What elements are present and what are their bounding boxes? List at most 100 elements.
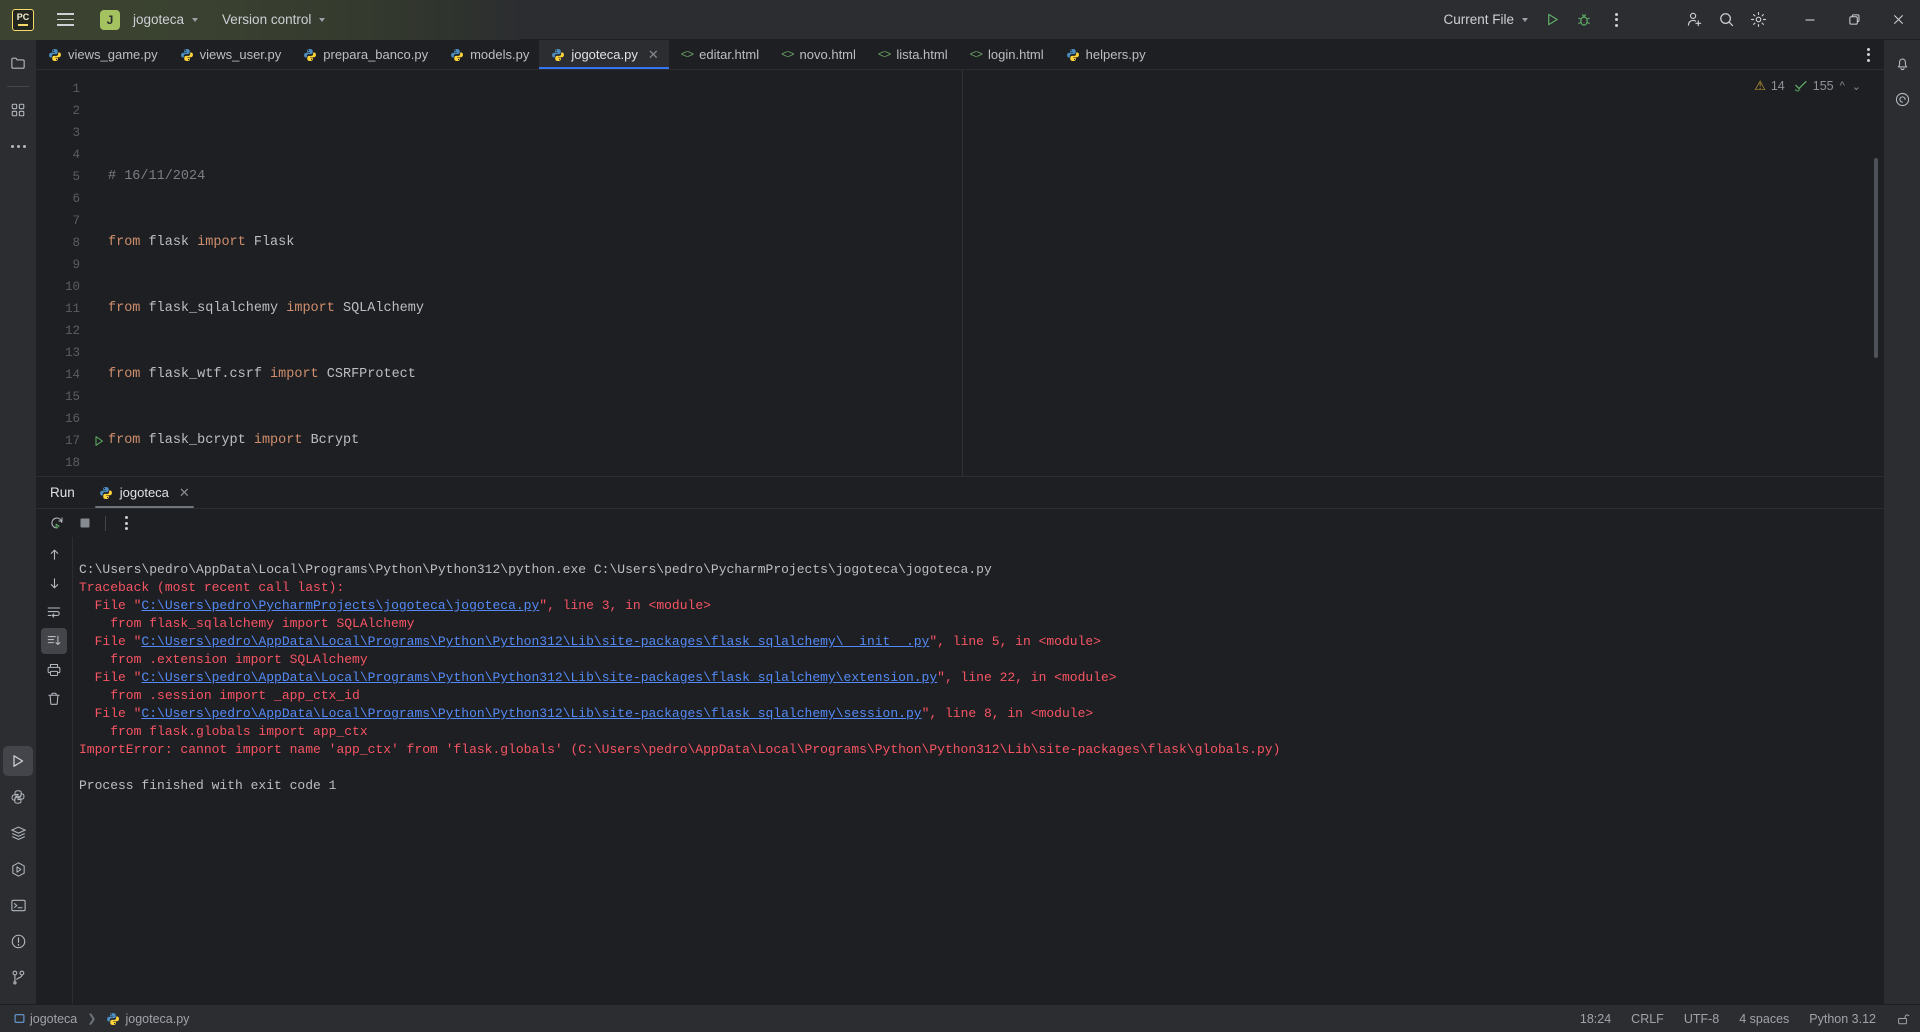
run-button[interactable] [1536,5,1568,35]
editor-scrollbar-thumb[interactable] [1874,158,1878,358]
search-everywhere-button[interactable] [1710,5,1742,35]
scroll-to-end-button[interactable] [41,628,67,654]
notifications-button[interactable] [1887,48,1917,78]
editor-tab-views_user[interactable]: views_user.py [168,40,292,69]
html-file-icon: <> [969,47,983,62]
previous-problem-icon[interactable]: ^ [1839,80,1846,92]
maximize-window-button[interactable] [1832,0,1876,40]
line-number: 13 [64,346,80,360]
more-actions-icon [1867,47,1870,62]
editor-tab-novo-html[interactable]: <> novo.html [769,40,866,69]
print-button[interactable] [41,657,67,683]
console-file-link[interactable]: C:\Users\pedro\AppData\Local\Programs\Py… [141,634,929,649]
run-anything-button[interactable] [3,854,33,884]
breadcrumb-project[interactable]: jogoteca [10,1010,81,1028]
run-configuration-selector[interactable]: Current File [1435,7,1536,33]
stop-button[interactable] [72,511,98,535]
ai-assistant-button[interactable] [1887,84,1917,114]
status-interpreter[interactable]: Python 3.12 [1809,1012,1876,1026]
status-lock-button[interactable] [1896,1012,1910,1026]
editor-tab-lista-html[interactable]: <> lista.html [866,40,958,69]
main-menu-button[interactable] [48,3,82,37]
invite-collaborators-button[interactable] [1678,5,1710,35]
breadcrumb-file-label: jogoteca.py [125,1011,190,1026]
python-console-button[interactable] [3,782,33,812]
scroll-down-button[interactable] [41,570,67,596]
more-tool-windows-button[interactable] [3,131,33,161]
line-number: 6 [72,192,80,206]
editor-tab-jogoteca[interactable]: jogoteca.py ✕ [539,40,670,69]
editor-tab-views_game[interactable]: views_game.py [36,40,168,69]
line-number: 12 [64,324,80,338]
console-row: C:\Users\pedro\AppData\Local\Programs\Py… [36,537,1884,1004]
editor-column: views_game.py views_user.py prepara_banc… [36,40,1884,1004]
run-more-actions-button[interactable] [113,511,139,535]
status-time: 18:24 [1579,1011,1612,1026]
chevron-down-icon [1522,17,1528,22]
left-tool-rail [0,40,36,1004]
editor-tabs-more-button[interactable] [1853,40,1884,69]
editor-tab-label: views_game.py [68,47,158,62]
line-number: 17 [64,434,80,448]
scroll-down-icon [50,577,58,588]
status-line-separator[interactable]: CRLF [1631,1012,1664,1026]
console-line-file-prefix: File " [79,598,142,613]
editor-tab-prepara_banco[interactable]: prepara_banco.py [291,40,438,69]
more-run-actions-button[interactable] [1600,5,1632,35]
project-selector[interactable]: J jogoteca [92,7,206,33]
code-content[interactable]: # 16/11/2024 from flask import Flask fro… [88,70,1884,476]
inspection-widget[interactable]: ⚠ 14 155 ^ ⌄ [1754,78,1862,94]
breadcrumb-separator-icon: ❯ [87,1013,97,1025]
run-tool-window-button[interactable] [3,746,33,776]
version-control-tool-window-button[interactable] [3,962,33,992]
project-tool-window-button[interactable] [3,48,33,78]
chevron-down-icon [192,17,199,22]
console-file-link[interactable]: C:\Users\pedro\AppData\Local\Programs\Py… [141,670,937,685]
editor-tab-label: novo.html [799,47,856,62]
rerun-button[interactable] [44,511,70,535]
editor-tab-label: jogoteca.py [571,47,638,62]
services-tool-window-button[interactable] [3,818,33,848]
breadcrumb-file[interactable]: jogoteca.py [102,1010,193,1028]
run-console-output[interactable]: C:\Users\pedro\AppData\Local\Programs\Py… [72,537,1884,1004]
terminal-tool-window-button[interactable] [3,890,33,920]
editor-tab-editar-html[interactable]: <> editar.html [669,40,769,69]
minimize-window-button[interactable] [1788,0,1832,40]
structure-tool-window-button[interactable] [3,95,33,125]
problems-tool-window-button[interactable] [3,926,33,956]
close-icon[interactable]: ✕ [179,485,190,501]
code-editor[interactable]: 1 2 3 4 5 6 7 8 9 10 11 12 13 14 15 16 1 [36,70,1884,476]
editor-tab-models[interactable]: models.py [438,40,539,69]
console-line-command: C:\Users\pedro\AppData\Local\Programs\Py… [79,562,992,577]
status-encoding[interactable]: UTF-8 [1684,1012,1719,1026]
scroll-up-button[interactable] [41,541,67,567]
line-number: 9 [72,258,80,272]
status-indent[interactable]: 4 spaces [1739,1012,1789,1026]
run-session-tab[interactable]: jogoteca ✕ [89,477,200,508]
clear-all-icon [48,692,60,705]
editor-tab-login-html[interactable]: <> login.html [958,40,1054,69]
line-number: 16 [64,412,80,426]
next-problem-icon[interactable]: ⌄ [1851,80,1862,93]
console-line-source: from flask.globals import app_ctx [79,724,368,739]
editor-tab-helpers[interactable]: helpers.py [1054,40,1156,69]
debug-button[interactable] [1568,5,1600,35]
minimize-icon [1805,18,1815,21]
close-tab-icon[interactable]: ✕ [648,48,659,61]
terminal-icon [10,899,26,911]
clear-all-button[interactable] [41,686,67,712]
run-window-title: Run [50,485,75,500]
editor-gutter[interactable]: 1 2 3 4 5 6 7 8 9 10 11 12 13 14 15 16 1 [36,70,103,476]
soft-wrap-button[interactable] [41,599,67,625]
console-file-link[interactable]: C:\Users\pedro\AppData\Local\Programs\Py… [141,706,921,721]
version-control-widget[interactable]: Version control [214,7,333,33]
code-line-5: from flask_bcrypt import Bcrypt [108,433,360,448]
pycharm-logo-bar [18,23,28,26]
console-line-file-prefix: File " [79,670,142,685]
search-icon [1719,13,1733,27]
console-file-link[interactable]: C:\Users\pedro\PycharmProjects\jogoteca\… [141,598,539,613]
close-window-button[interactable] [1876,0,1920,40]
settings-button[interactable] [1742,5,1774,35]
python-file-icon [304,48,317,61]
python-console-icon [11,790,25,804]
